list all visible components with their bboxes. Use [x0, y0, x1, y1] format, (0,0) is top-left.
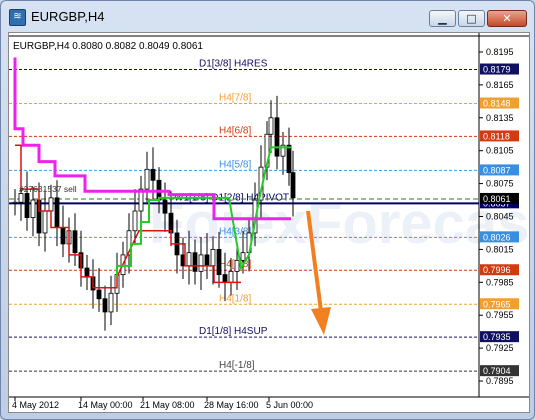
x-tick-label: 5 Jun 00:00 [266, 400, 313, 410]
price-tag-text-3: 0.8087 [483, 165, 511, 175]
candle-body [72, 230, 78, 254]
close-button[interactable]: ✕ [487, 10, 527, 27]
candle-body [162, 199, 168, 214]
title-bar[interactable]: ≋ EURGBP,H4 ▁ □ ✕ [1, 1, 534, 31]
candle-body [240, 252, 246, 261]
candle-body [96, 289, 102, 300]
y-tick-label: 0.8075 [486, 179, 514, 189]
price-tag-text-5: 0.8026 [483, 232, 511, 242]
level-label-9: H4[-1/8] [219, 360, 255, 371]
candle-body [150, 168, 156, 181]
x-tick-label: 21 May 08:00 [140, 400, 195, 410]
y-tick-label: 0.8105 [486, 146, 514, 156]
level-label-7: H4[1/8] [219, 293, 251, 304]
level-label-8: D1[1/8] H4SUP [199, 326, 268, 337]
candle-body [108, 292, 114, 313]
price-tag-text-0: 0.8179 [483, 65, 511, 75]
level-label-0: D1[3/8] H4RES [199, 59, 268, 70]
candle-body [192, 252, 198, 272]
x-tick-label: 14 May 00:00 [78, 400, 133, 410]
level-label-1: H4[7/8] [219, 93, 251, 104]
candle-body [234, 259, 240, 272]
candle-body [102, 298, 108, 313]
candle-body [30, 199, 36, 218]
level-label-3: H4[5/8] [219, 159, 251, 170]
current-price-text: 0.8061 [483, 194, 511, 204]
candle-body [54, 197, 60, 228]
candle-body [168, 212, 174, 234]
x-tick-label: 28 May 16:00 [204, 400, 259, 410]
candle-body [204, 254, 210, 267]
price-tag-text-8: 0.7935 [483, 332, 511, 342]
order-label: #27631537 sell [19, 184, 77, 194]
candle-body [144, 168, 150, 190]
candle-body [60, 227, 66, 245]
y-tick-label: 0.8195 [486, 47, 514, 57]
symbol-info-line: EURGBP,H4 0.8080 0.8082 0.8049 0.8061 [13, 41, 203, 52]
candle-body [24, 193, 30, 218]
candle-body [286, 144, 292, 174]
candle-body [48, 197, 54, 212]
candle-body [132, 210, 138, 232]
price-tag-text-2: 0.8118 [483, 131, 510, 141]
y-tick-label: 0.7925 [486, 343, 514, 353]
price-chart[interactable]: ForexForecast EURGBP,H4 0.8080 0.8082 0.… [8, 32, 530, 413]
chart-window-icon: ≋ [9, 9, 26, 26]
maximize-button[interactable]: □ [458, 10, 485, 27]
candle-body [268, 117, 274, 135]
candle-body [12, 201, 18, 204]
level-label-2: H4[6/8] [219, 125, 251, 136]
candle-body [216, 249, 222, 276]
candle-body [290, 172, 296, 199]
time-axis: 4 May 2012 14 May 00:00 21 May 08:00 28 May… [12, 397, 313, 410]
price-tag-text-9: 0.7904 [483, 366, 511, 376]
y-tick-label: 0.7955 [486, 310, 514, 320]
chart-window: ≋ EURGBP,H4 ▁ □ ✕ ForexForecast EURGBP,H… [0, 0, 535, 420]
candle-body [198, 254, 204, 272]
candle-body [210, 249, 216, 267]
candle-body [274, 117, 280, 157]
y-tick-label: 0.7895 [486, 376, 514, 386]
candle-body [42, 210, 48, 234]
candle-body [18, 193, 24, 203]
y-tick-label: 0.7985 [486, 277, 514, 287]
price-tag-text-1: 0.8148 [483, 99, 511, 109]
candle-body [186, 252, 192, 267]
y-tick-label: 0.8045 [486, 212, 514, 222]
window-title: EURGBP,H4 [31, 9, 105, 24]
price-tag-text-6: 0.7996 [483, 265, 511, 275]
minimize-button[interactable]: ▁ [429, 10, 456, 27]
chart-canvas[interactable]: ForexForecast EURGBP,H4 0.8080 0.8082 0.… [9, 33, 529, 412]
candle-body [222, 274, 228, 283]
price-tag-text-7: 0.7965 [483, 299, 511, 309]
y-tick-label: 0.8135 [486, 113, 514, 123]
y-tick-label: 0.8165 [486, 80, 514, 90]
candle-body [228, 270, 234, 283]
candle-body [84, 267, 90, 278]
y-tick-label: 0.8015 [486, 244, 514, 254]
x-tick-label: 4 May 2012 [12, 400, 59, 410]
